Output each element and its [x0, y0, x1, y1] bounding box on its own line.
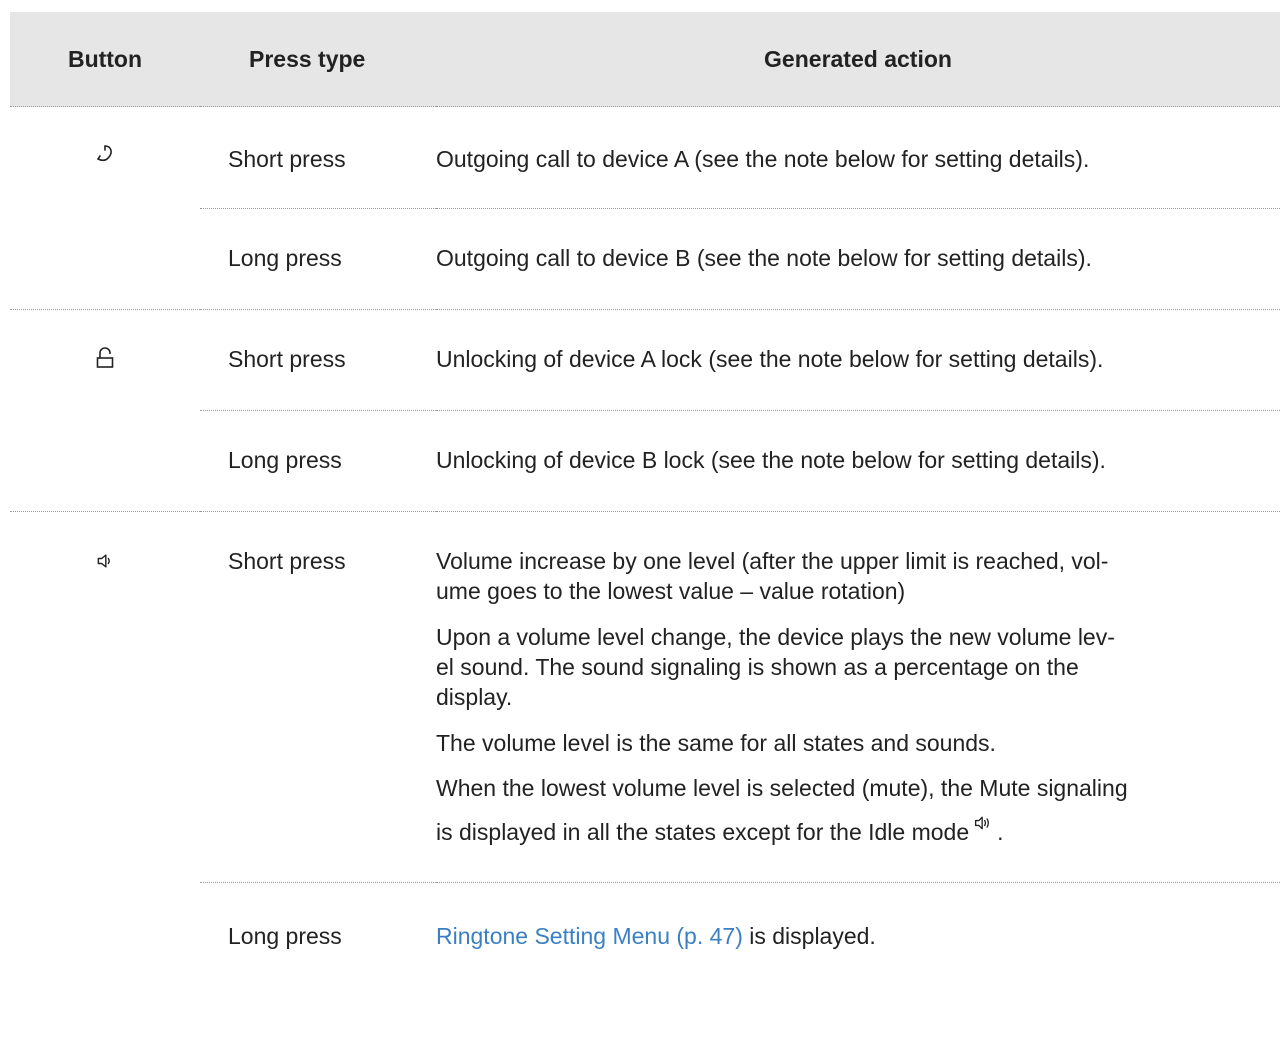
action-text: Unlocking of device A lock (see the note… [436, 346, 1104, 372]
press-type-cell: Short press [200, 309, 436, 411]
press-type-cell: Long press [200, 208, 436, 310]
handset-icon [97, 145, 112, 162]
action-text: Unlocking of device B lock (see the note… [436, 447, 1106, 473]
action-line: Volume increase by one level (after the … [436, 548, 1109, 574]
button-cell [10, 106, 200, 310]
action-cell: Outgoing call to device B (see the note … [436, 208, 1280, 310]
press-type-cell: Short press [200, 511, 436, 883]
action-line: When the lowest volume level is selected… [436, 775, 1128, 801]
press-type-cell: Short press [200, 106, 436, 209]
header-press-type: Press type [200, 12, 436, 107]
table-row: Short press Volume increase by one level… [10, 511, 1280, 951]
action-paragraph: Upon a volume level change, the device p… [436, 622, 1270, 712]
header-generated-action: Generated action [436, 12, 1280, 107]
speaker-icon [975, 816, 990, 830]
action-text: Outgoing call to device A (see the note … [436, 146, 1090, 172]
ringtone-setting-menu-link[interactable]: Ringtone Setting Menu (p. 47) [436, 923, 743, 949]
action-line: Upon a volume level change, the device p… [436, 624, 1115, 650]
table-row: Long press Outgoing call to device B (se… [10, 208, 1280, 310]
action-paragraph: The volume level is the same for all sta… [436, 730, 996, 756]
action-cell: Ringtone Setting Menu (p. 47) is display… [436, 882, 1280, 951]
press-type-cell: Long press [200, 410, 436, 512]
action-line: ume goes to the lowest value – value rot… [436, 578, 906, 604]
action-line: is displayed in all the states except fo… [436, 819, 970, 845]
action-paragraph: When the lowest volume level is selected… [436, 766, 1270, 854]
button-cell [10, 511, 200, 951]
action-line: display. [436, 684, 513, 710]
action-cell: Outgoing call to device A (see the note … [436, 106, 1280, 209]
unlock-icon [96, 347, 114, 368]
action-line-end: . [997, 819, 1004, 845]
header-row: Button Press type Generated action [10, 12, 1280, 107]
action-text: Outgoing call to device B (see the note … [436, 245, 1092, 271]
table-row: Long press Ringtone Setting Menu (p. 47)… [10, 882, 1280, 951]
press-type-cell: Long press [200, 882, 436, 951]
action-line: is displayed. [742, 923, 876, 949]
action-paragraph: Volume increase by one level (after the … [436, 546, 1270, 606]
table-row: Long press Unlocking of device B lock (s… [10, 410, 1280, 512]
button-action-table: Button Press type Generated action Short… [10, 12, 1280, 951]
action-cell: Volume increase by one level (after the … [436, 511, 1280, 883]
action-line: el sound. The sound signaling is shown a… [436, 654, 1079, 680]
table-row: Short press Unlocking of device A lock (… [10, 309, 1280, 512]
button-cell [10, 309, 200, 512]
speaker-icon [97, 554, 110, 568]
header-button: Button [10, 12, 200, 107]
action-text: Ringtone Setting Menu (p. 47) is display… [436, 921, 1280, 951]
table-row: Short press Outgoing call to device A (s… [10, 106, 1280, 310]
action-cell: Unlocking of device A lock (see the note… [436, 309, 1280, 411]
action-cell: Unlocking of device B lock (see the note… [436, 410, 1280, 512]
